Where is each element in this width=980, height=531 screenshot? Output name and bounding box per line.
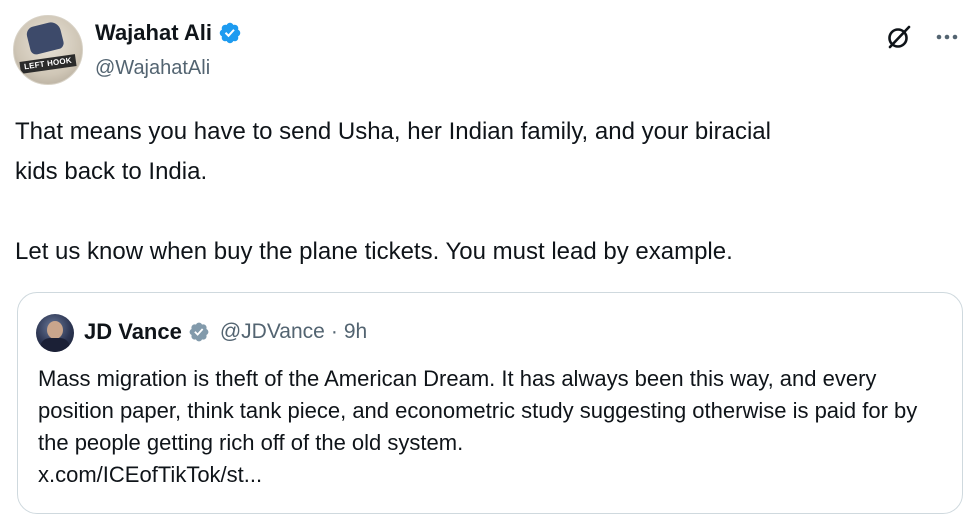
quoted-display-name[interactable]: JD Vance	[84, 319, 182, 345]
quoted-link[interactable]: x.com/ICEofTikTok/st...	[38, 459, 948, 491]
quoted-separator: ·	[330, 320, 338, 343]
header-actions	[884, 22, 962, 52]
quoted-handle[interactable]: @JDVance	[220, 320, 325, 344]
quoted-avatar-suit	[40, 338, 70, 352]
avatar-fist-graphic	[25, 20, 65, 56]
quoted-avatar-face	[47, 321, 63, 339]
verified-badge-icon[interactable]	[218, 21, 242, 45]
more-options-icon[interactable]	[932, 22, 962, 52]
quoted-tweet[interactable]: JD Vance @JDVance · 9h Mass migration is…	[17, 292, 963, 514]
tweet-text: That means you have to send Usha, her In…	[15, 118, 771, 265]
quoted-timestamp[interactable]: 9h	[344, 320, 367, 344]
author-display-name[interactable]: Wajahat Ali	[95, 20, 212, 46]
quoted-author-avatar[interactable]	[36, 314, 74, 352]
quoted-text-block: Mass migration is theft of the American …	[38, 363, 948, 491]
verified-gray-badge-icon[interactable]	[188, 321, 210, 343]
grok-icon[interactable]	[884, 22, 914, 52]
tweet-card[interactable]: LEFT HOOK Wajahat Ali @WajahatAli That m…	[0, 0, 980, 531]
quoted-header: JD Vance @JDVance · 9h	[84, 319, 367, 345]
author-handle[interactable]: @WajahatAli	[95, 57, 210, 80]
author-avatar[interactable]: LEFT HOOK	[13, 15, 83, 85]
author-name-row: Wajahat Ali	[95, 20, 242, 46]
avatar-logo-text: LEFT HOOK	[19, 54, 77, 74]
quoted-text: Mass migration is theft of the American …	[38, 366, 918, 455]
